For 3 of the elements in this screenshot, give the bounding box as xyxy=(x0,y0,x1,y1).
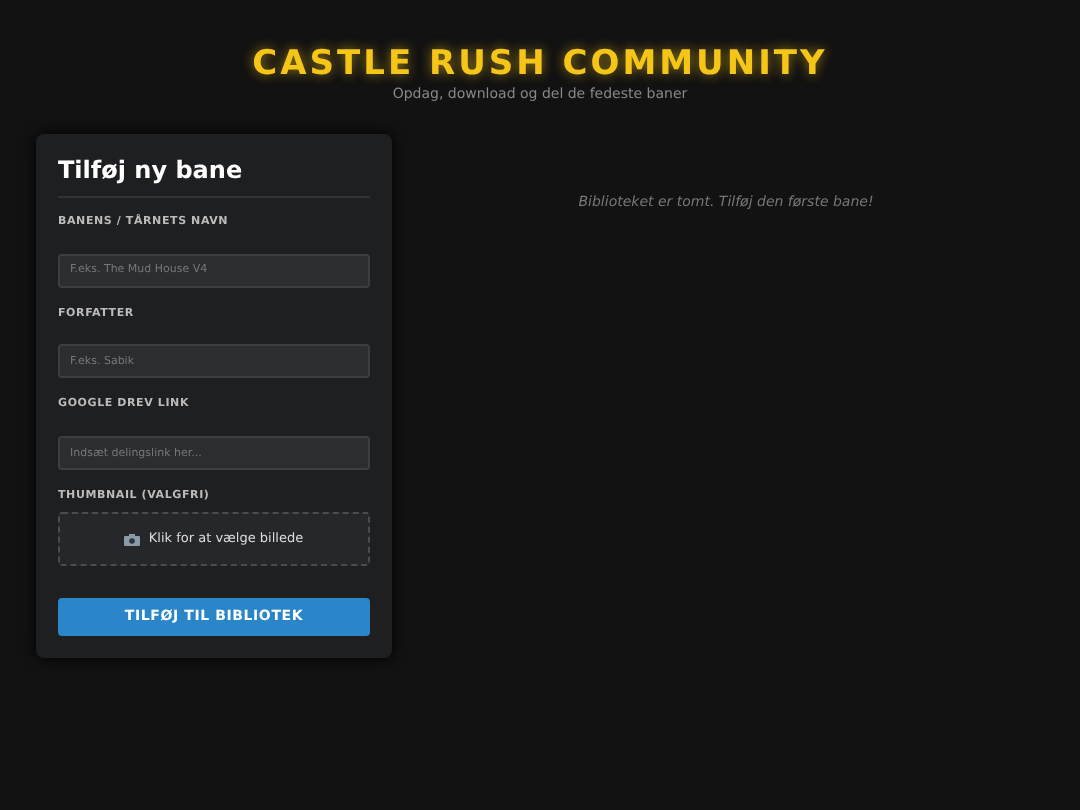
site-title: CASTLE RUSH COMMUNITY xyxy=(250,44,830,85)
form-title: Tilføj ny bane xyxy=(58,151,370,198)
camera-icon xyxy=(124,533,141,546)
